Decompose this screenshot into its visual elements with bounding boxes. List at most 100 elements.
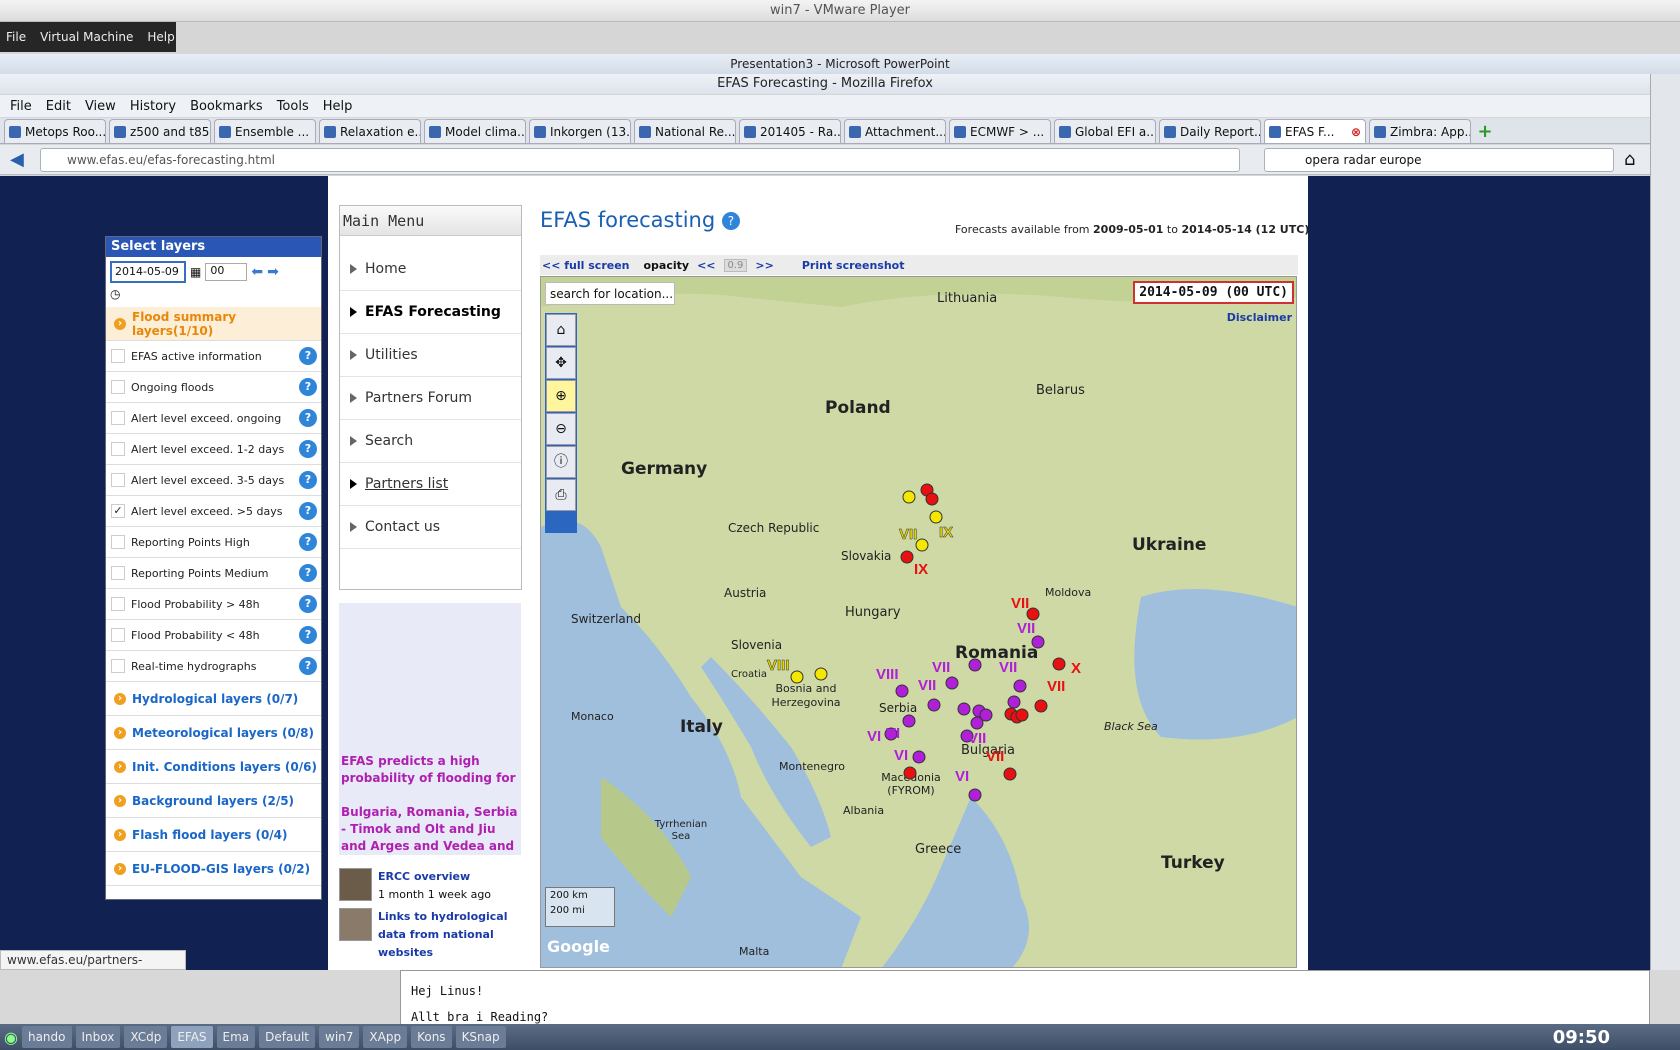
back-arrow-icon[interactable]: ◀ <box>10 149 24 170</box>
news-title[interactable]: ERCC overview <box>378 868 491 886</box>
taskbar-item[interactable]: XApp <box>363 1026 408 1048</box>
printer-icon[interactable]: ⎙ <box>546 479 576 511</box>
layer-checkbox[interactable] <box>111 442 125 456</box>
menu-tools[interactable]: Tools <box>277 99 309 114</box>
menu-history[interactable]: History <box>130 99 176 114</box>
layer-row[interactable]: Flood Probability < 48h? <box>106 620 321 651</box>
vm-menu-file[interactable]: File <box>6 30 26 44</box>
news-title[interactable]: Links to hydrological data from national… <box>378 908 521 962</box>
full-screen-link[interactable]: << full screen <box>542 259 630 272</box>
url-field[interactable]: www.efas.eu/efas-forecasting.html <box>40 148 1240 172</box>
disclaimer-link[interactable]: Disclaimer <box>1227 311 1292 324</box>
layer-checkbox[interactable] <box>111 628 125 642</box>
browser-tab-active[interactable]: EFAS F... ⊗ <box>1264 119 1366 143</box>
layer-group[interactable]: › Background layers (2/5) <box>106 784 321 818</box>
news-item[interactable]: ERCC overview 1 month 1 week ago <box>339 868 521 904</box>
layer-group[interactable]: › Flash flood layers (0/4) <box>106 818 321 852</box>
zoom-in-icon[interactable]: ⊕ <box>546 380 576 412</box>
help-icon[interactable]: ? <box>299 626 317 644</box>
layer-checkbox[interactable] <box>111 659 125 673</box>
help-icon[interactable]: ? <box>299 564 317 582</box>
vm-menu-help[interactable]: Help <box>147 30 174 44</box>
menu-item-home[interactable]: Home <box>340 248 521 291</box>
forecast-map[interactable]: search for location... 2014-05-09 (00 UT… <box>540 276 1297 968</box>
browser-tab[interactable]: Metops Roo... <box>4 119 106 143</box>
date-input[interactable]: 2014-05-09 <box>110 261 186 283</box>
layer-row[interactable]: ✓ Alert level exceed. >5 days? <box>106 496 321 527</box>
menu-item-search[interactable]: Search <box>340 420 521 463</box>
layer-checkbox[interactable] <box>111 473 125 487</box>
browser-tab[interactable]: Model clima... <box>424 119 526 143</box>
menu-view[interactable]: View <box>85 99 116 114</box>
layer-group[interactable]: › EU-FLOOD-GIS layers (0/2) <box>106 852 321 886</box>
browser-tab[interactable]: Zimbra: App... <box>1369 119 1471 143</box>
help-icon[interactable]: ? <box>299 409 317 427</box>
chat-window[interactable]: Hej Linus! Allt bra i Reading? <box>400 970 1650 1025</box>
news-item[interactable]: Links to hydrological data from national… <box>339 908 521 962</box>
start-icon[interactable]: ◉ <box>4 1028 18 1047</box>
taskbar-item[interactable]: Inbox <box>75 1026 121 1048</box>
menu-item-partners-forum[interactable]: Partners Forum <box>340 377 521 420</box>
help-icon[interactable]: ? <box>299 378 317 396</box>
menu-item-utilities[interactable]: Utilities <box>340 334 521 377</box>
hour-select[interactable]: 00 <box>205 263 248 281</box>
help-icon[interactable]: ? <box>299 440 317 458</box>
home-icon[interactable]: ⌂ <box>1624 149 1635 170</box>
help-icon[interactable]: ? <box>299 595 317 613</box>
layer-group[interactable]: › Meteorological layers (0/8) <box>106 716 321 750</box>
layer-row[interactable]: Flood Probability > 48h? <box>106 589 321 620</box>
menu-item-efas-forecasting[interactable]: EFAS Forecasting <box>340 291 521 334</box>
vm-menu-virtual-machine[interactable]: Virtual Machine <box>40 30 133 44</box>
opacity-decrease-icon[interactable]: << <box>697 259 715 272</box>
menu-item-contact-us[interactable]: Contact us <box>340 506 521 549</box>
menu-item-partners-list[interactable]: Partners list <box>340 463 521 506</box>
browser-tab[interactable]: Relaxation e... <box>319 119 421 143</box>
browser-tab[interactable]: Daily Report... <box>1159 119 1261 143</box>
layer-row[interactable]: Reporting Points High? <box>106 527 321 558</box>
help-icon[interactable]: ? <box>721 212 740 230</box>
layer-group[interactable]: › Hydrological layers (0/7) <box>106 682 321 716</box>
menu-bookmarks[interactable]: Bookmarks <box>190 99 263 114</box>
browser-tab[interactable]: Inkorgen (13... <box>529 119 631 143</box>
browser-tab[interactable]: z500 and t850 <box>109 119 211 143</box>
layer-row[interactable]: Reporting Points Medium? <box>106 558 321 589</box>
new-tab-icon[interactable]: + <box>1474 121 1496 143</box>
taskbar-item[interactable]: hando <box>21 1026 72 1048</box>
browser-tab[interactable]: National Re... <box>634 119 736 143</box>
info-icon[interactable]: ⓘ <box>546 446 576 478</box>
taskbar-item[interactable]: Kons <box>411 1026 452 1048</box>
help-icon[interactable]: ? <box>299 657 317 675</box>
search-field[interactable]: opera radar europe <box>1264 148 1614 172</box>
layer-checkbox[interactable] <box>111 597 125 611</box>
layer-group[interactable]: › Init. Conditions layers (0/6) <box>106 750 321 784</box>
layer-checkbox[interactable] <box>111 349 125 363</box>
clock-icon[interactable]: ◷ <box>106 287 321 307</box>
next-day-icon[interactable]: ➡ <box>267 264 279 280</box>
calendar-icon[interactable]: ▦ <box>190 265 201 279</box>
help-icon[interactable]: ? <box>299 533 317 551</box>
layer-checkbox[interactable] <box>111 535 125 549</box>
layer-checkbox[interactable] <box>111 411 125 425</box>
opacity-increase-icon[interactable]: >> <box>755 259 773 272</box>
browser-tab[interactable]: Attachment... <box>844 119 946 143</box>
menu-file[interactable]: File <box>10 99 32 114</box>
layer-row[interactable]: Ongoing floods? <box>106 372 321 403</box>
layer-row[interactable]: Alert level exceed. 1-2 days? <box>106 434 321 465</box>
browser-tab[interactable]: Ensemble ... <box>214 119 316 143</box>
zoom-out-icon[interactable]: ⊖ <box>546 413 576 445</box>
taskbar-item[interactable]: Default <box>259 1026 316 1048</box>
layer-checkbox[interactable]: ✓ <box>111 504 125 518</box>
help-icon[interactable]: ? <box>299 347 317 365</box>
taskbar-item[interactable]: win7 <box>319 1026 360 1048</box>
browser-tab[interactable]: 201405 - Ra... <box>739 119 841 143</box>
layer-checkbox[interactable] <box>111 380 125 394</box>
menu-help[interactable]: Help <box>323 99 353 114</box>
taskbar-item[interactable]: EFAS <box>171 1026 213 1048</box>
prev-day-icon[interactable]: ⬅ <box>251 264 263 280</box>
flood-news-promo[interactable]: EFAS predicts a high probability of floo… <box>339 603 521 855</box>
browser-tab[interactable]: Global EFI a... <box>1054 119 1156 143</box>
menu-edit[interactable]: Edit <box>46 99 71 114</box>
print-screenshot-link[interactable]: Print screenshot <box>802 259 905 272</box>
layer-row[interactable]: Alert level exceed. 3-5 days? <box>106 465 321 496</box>
layer-row[interactable]: Alert level exceed. ongoing? <box>106 403 321 434</box>
